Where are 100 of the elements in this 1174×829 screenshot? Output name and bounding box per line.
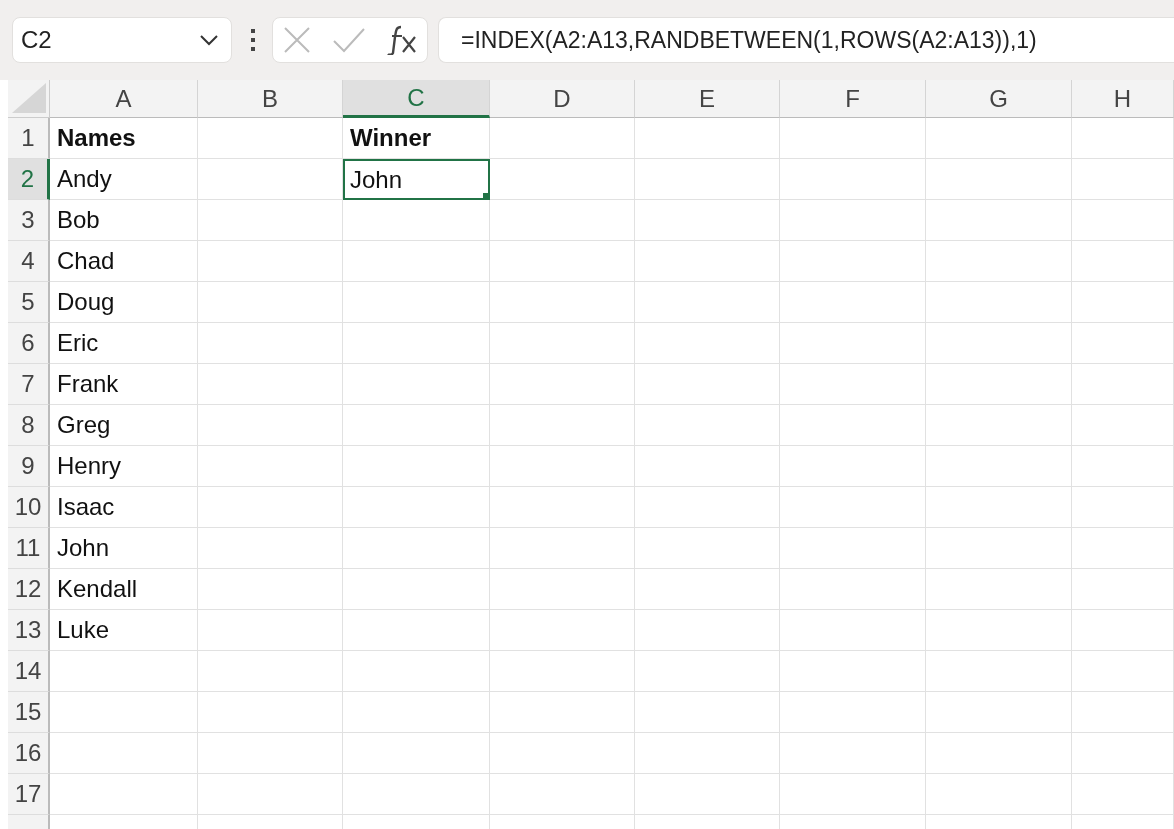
row-header[interactable] — [8, 815, 50, 829]
row-header[interactable]: 17 — [8, 774, 50, 815]
table-cell[interactable]: Winner — [343, 118, 490, 159]
table-cell[interactable] — [1072, 733, 1174, 774]
table-cell[interactable] — [198, 446, 343, 487]
row-header[interactable]: 14 — [8, 651, 50, 692]
table-cell[interactable]: John — [343, 159, 490, 200]
table-cell[interactable] — [635, 651, 780, 692]
table-cell[interactable] — [198, 200, 343, 241]
table-cell[interactable] — [490, 405, 635, 446]
table-cell[interactable] — [1072, 200, 1174, 241]
table-cell[interactable] — [926, 610, 1072, 651]
table-cell[interactable] — [198, 487, 343, 528]
table-cell[interactable] — [926, 446, 1072, 487]
table-cell[interactable] — [1072, 118, 1174, 159]
table-cell[interactable] — [780, 692, 926, 733]
table-cell[interactable] — [635, 323, 780, 364]
table-cell[interactable] — [198, 405, 343, 446]
name-box[interactable]: C2 — [12, 17, 232, 63]
row-header[interactable]: 7 — [8, 364, 50, 405]
table-cell[interactable] — [926, 118, 1072, 159]
table-cell[interactable] — [343, 364, 490, 405]
table-cell[interactable] — [490, 446, 635, 487]
table-cell[interactable] — [490, 528, 635, 569]
row-header[interactable]: 10 — [8, 487, 50, 528]
table-cell[interactable] — [343, 610, 490, 651]
table-cell[interactable] — [1072, 241, 1174, 282]
row-header[interactable]: 9 — [8, 446, 50, 487]
table-cell[interactable] — [635, 159, 780, 200]
table-cell[interactable]: Greg — [50, 405, 198, 446]
table-cell[interactable] — [343, 323, 490, 364]
table-cell[interactable] — [1072, 528, 1174, 569]
table-cell[interactable] — [780, 241, 926, 282]
table-cell[interactable] — [490, 282, 635, 323]
row-header[interactable]: 1 — [8, 118, 50, 159]
table-cell[interactable] — [635, 446, 780, 487]
column-header[interactable]: D — [490, 80, 635, 118]
table-cell[interactable]: Luke — [50, 610, 198, 651]
row-header[interactable]: 4 — [8, 241, 50, 282]
table-cell[interactable] — [780, 118, 926, 159]
table-cell[interactable] — [490, 651, 635, 692]
table-cell[interactable] — [198, 118, 343, 159]
table-cell[interactable] — [490, 569, 635, 610]
column-header[interactable]: G — [926, 80, 1072, 118]
table-cell[interactable] — [780, 610, 926, 651]
table-cell[interactable] — [635, 569, 780, 610]
table-cell[interactable] — [490, 364, 635, 405]
row-header[interactable]: 5 — [8, 282, 50, 323]
cancel-icon[interactable] — [283, 26, 311, 54]
table-cell[interactable] — [343, 487, 490, 528]
table-cell[interactable] — [198, 610, 343, 651]
table-cell[interactable] — [490, 610, 635, 651]
table-cell[interactable] — [343, 405, 490, 446]
table-cell[interactable] — [1072, 446, 1174, 487]
table-cell[interactable]: Isaac — [50, 487, 198, 528]
table-cell[interactable] — [198, 569, 343, 610]
row-header[interactable]: 13 — [8, 610, 50, 651]
column-header[interactable]: E — [635, 80, 780, 118]
table-cell[interactable] — [635, 528, 780, 569]
row-header[interactable]: 2 — [8, 159, 50, 200]
table-cell[interactable] — [926, 323, 1072, 364]
table-cell[interactable] — [1072, 487, 1174, 528]
table-cell[interactable] — [780, 446, 926, 487]
table-cell[interactable]: Doug — [50, 282, 198, 323]
table-cell[interactable]: Henry — [50, 446, 198, 487]
table-cell[interactable] — [198, 364, 343, 405]
column-header[interactable]: H — [1072, 80, 1174, 118]
table-cell[interactable] — [635, 405, 780, 446]
table-cell[interactable] — [780, 651, 926, 692]
table-cell[interactable] — [780, 364, 926, 405]
table-cell[interactable] — [926, 569, 1072, 610]
table-cell[interactable]: Kendall — [50, 569, 198, 610]
table-cell[interactable] — [198, 651, 343, 692]
table-cell[interactable] — [490, 118, 635, 159]
row-header[interactable]: 3 — [8, 200, 50, 241]
table-cell[interactable] — [490, 241, 635, 282]
table-cell[interactable] — [343, 282, 490, 323]
table-cell[interactable] — [490, 487, 635, 528]
insert-function-icon[interactable] — [387, 25, 417, 55]
table-cell[interactable] — [635, 200, 780, 241]
table-cell[interactable] — [198, 282, 343, 323]
table-cell[interactable] — [1072, 774, 1174, 815]
table-cell[interactable] — [343, 569, 490, 610]
table-cell[interactable] — [635, 364, 780, 405]
table-cell[interactable] — [343, 774, 490, 815]
table-cell[interactable]: John — [50, 528, 198, 569]
table-cell[interactable] — [490, 774, 635, 815]
table-cell[interactable]: Eric — [50, 323, 198, 364]
row-header[interactable]: 8 — [8, 405, 50, 446]
table-cell[interactable] — [343, 692, 490, 733]
table-cell[interactable] — [926, 159, 1072, 200]
table-cell[interactable] — [490, 733, 635, 774]
table-cell[interactable] — [780, 528, 926, 569]
row-header[interactable]: 11 — [8, 528, 50, 569]
table-cell[interactable] — [50, 692, 198, 733]
table-cell[interactable] — [343, 528, 490, 569]
table-cell[interactable] — [198, 733, 343, 774]
table-cell[interactable] — [50, 774, 198, 815]
table-cell[interactable] — [780, 200, 926, 241]
table-cell[interactable] — [1072, 159, 1174, 200]
